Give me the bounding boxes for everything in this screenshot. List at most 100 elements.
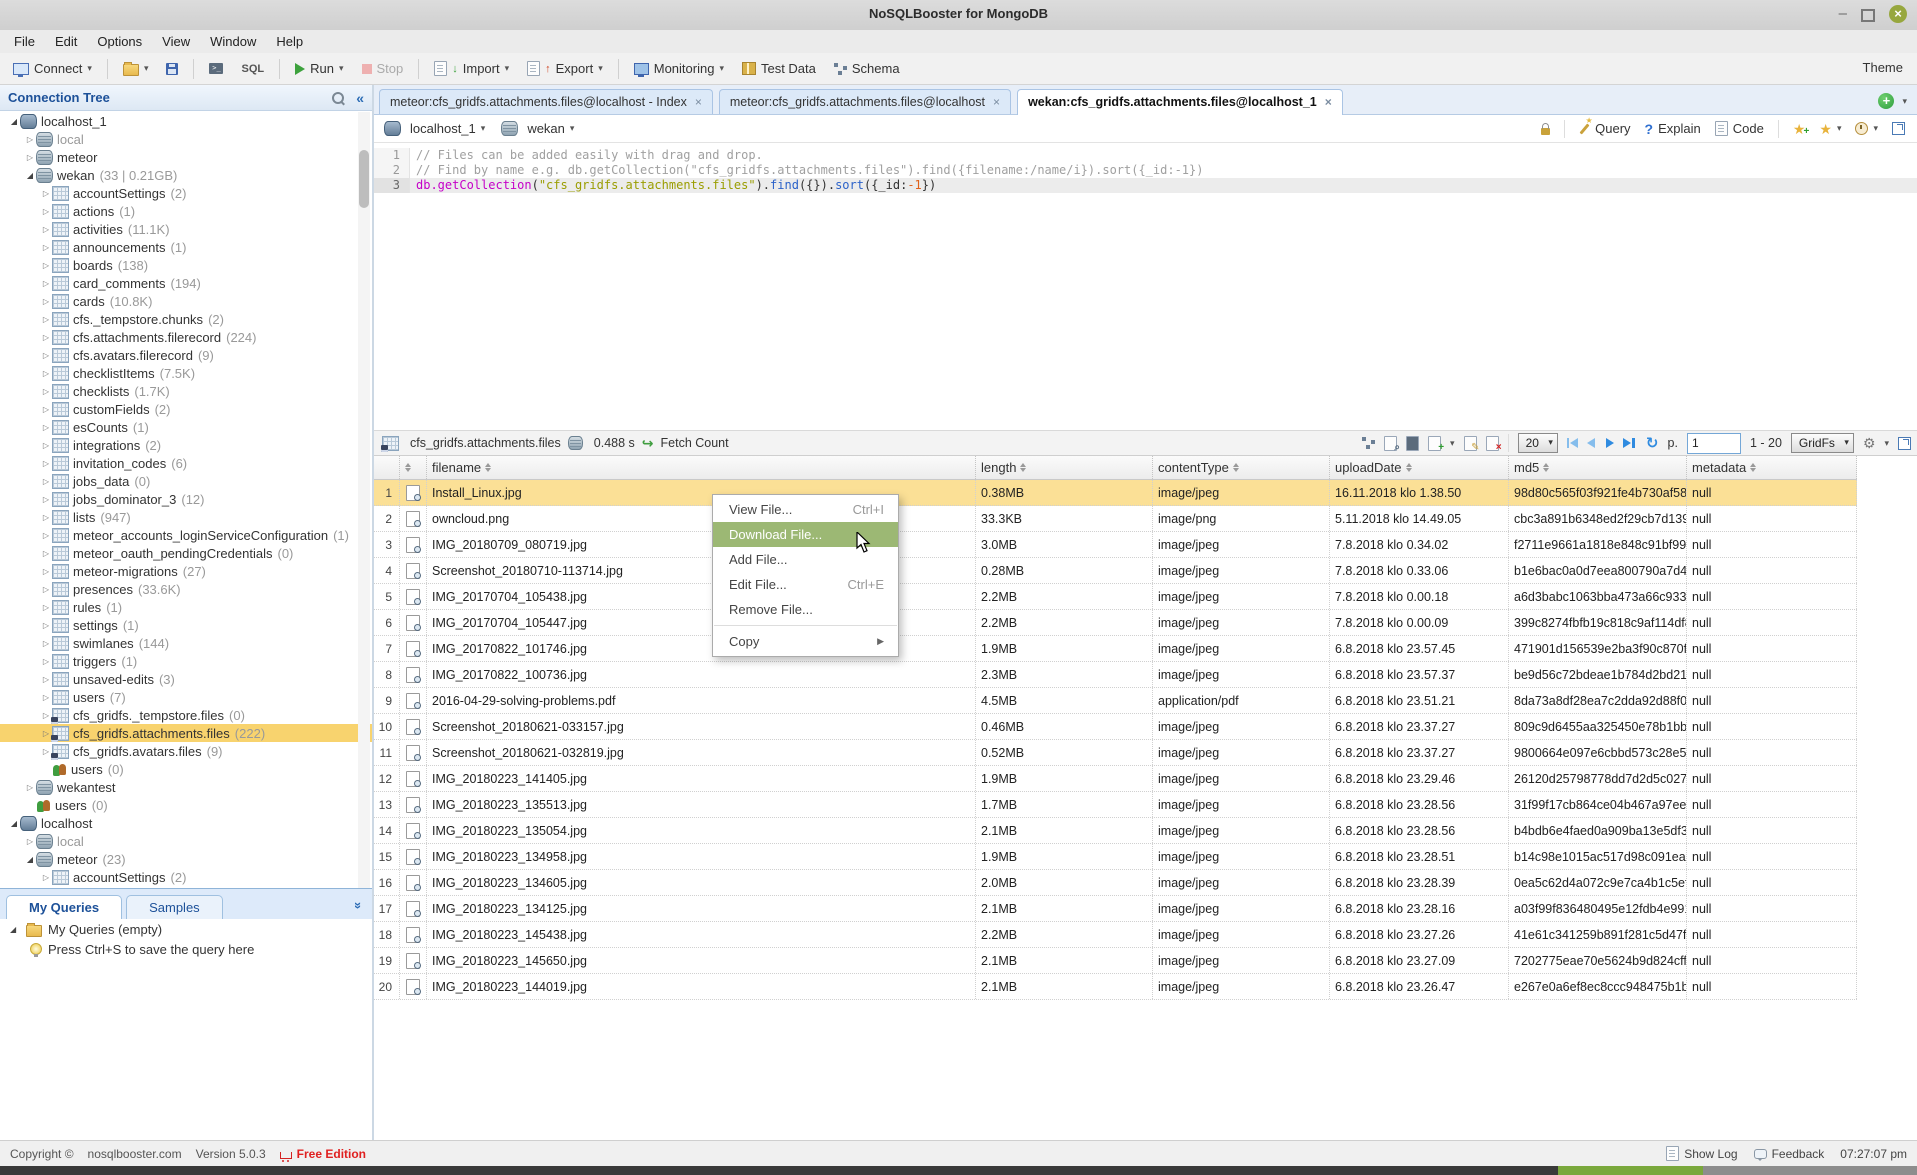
tree-item-presences[interactable]: ▷presences(33.6K)	[0, 580, 372, 598]
chevron-down-icon[interactable]: ▾	[339, 63, 344, 74]
expander-icon[interactable]: ▷	[40, 477, 52, 486]
monitoring-button[interactable]: Monitoring ▾	[627, 58, 731, 79]
menu-view[interactable]: View	[152, 32, 200, 51]
tree-item-cfs.attachments.filerecord[interactable]: ▷cfs.attachments.filerecord(224)	[0, 328, 372, 346]
preview-file-icon[interactable]	[406, 719, 420, 735]
prev-page-button[interactable]	[1587, 438, 1595, 448]
tree-item-meteor[interactable]: ◢meteor(23)	[0, 850, 372, 868]
expander-icon[interactable]: ◢	[24, 171, 36, 180]
tree-item-checklistItems[interactable]: ▷checklistItems(7.5K)	[0, 364, 372, 382]
chevron-down-icon[interactable]: ▾	[1873, 123, 1878, 134]
expander-icon[interactable]: ▷	[40, 459, 52, 468]
tree-item-cfs_gridfs.avatars.files[interactable]: ▷cfs_gridfs.avatars.files(9)	[0, 742, 372, 760]
editor-line-3[interactable]: 3db.getCollection("cfs_gridfs.attachment…	[374, 178, 1917, 193]
preview-file-icon[interactable]	[406, 641, 420, 657]
test-data-button[interactable]: Test Data	[735, 58, 823, 79]
collapse-panel-icon[interactable]: »	[351, 902, 366, 909]
schema-button[interactable]: Schema	[827, 58, 907, 79]
chevron-down-icon[interactable]: ▾	[1837, 123, 1842, 134]
table-row-6[interactable]: 6IMG_20170704_105447.jpg2.2MBimage/jpeg7…	[374, 610, 1857, 636]
tree-item-local[interactable]: ▷local	[0, 130, 372, 148]
preview-file-icon[interactable]	[406, 485, 420, 501]
console-view-icon[interactable]	[1406, 436, 1419, 451]
expander-icon[interactable]: ▷	[40, 549, 52, 558]
expand-icon[interactable]	[1892, 122, 1905, 135]
expander-icon[interactable]: ▷	[40, 207, 52, 216]
menu-item-remove-file[interactable]: Remove File...	[713, 597, 898, 622]
tree-item-customFields[interactable]: ▷customFields(2)	[0, 400, 372, 418]
sort-icon[interactable]	[485, 463, 491, 472]
tree-item-cfs.avatars.filerecord[interactable]: ▷cfs.avatars.filerecord(9)	[0, 346, 372, 364]
show-log-button[interactable]: Show Log	[1666, 1146, 1737, 1161]
menu-help[interactable]: Help	[266, 32, 313, 51]
table-row-7[interactable]: 7IMG_20170822_101746.jpg1.9MBimage/jpeg6…	[374, 636, 1857, 662]
chevron-down-icon[interactable]: ▾	[505, 63, 510, 74]
expander-icon[interactable]: ◢	[24, 855, 36, 864]
expander-icon[interactable]: ▷	[24, 783, 36, 792]
explain-button[interactable]: ? Explain	[1645, 121, 1701, 137]
expander-icon[interactable]: ▷	[40, 351, 52, 360]
expander-icon[interactable]: ▷	[40, 405, 52, 414]
tree-item-swimlanes[interactable]: ▷swimlanes(144)	[0, 634, 372, 652]
new-tab-icon[interactable]: +	[1878, 93, 1894, 109]
favorites-button[interactable]: ★ ▾	[1819, 123, 1841, 135]
preview-file-icon[interactable]	[406, 745, 420, 761]
table-row-20[interactable]: 20IMG_20180223_144019.jpg2.1MBimage/jpeg…	[374, 974, 1857, 1000]
preview-file-icon[interactable]	[406, 667, 420, 683]
free-edition-badge[interactable]: Free Edition	[280, 1147, 366, 1161]
editor-tab-2[interactable]: meteor:cfs_gridfs.attachments.files@loca…	[719, 89, 1011, 114]
sort-icon[interactable]	[1406, 463, 1412, 472]
view-mode-select[interactable]: GridFs	[1791, 433, 1854, 453]
preview-file-icon[interactable]	[406, 875, 420, 891]
view-document-icon[interactable]: ⌕	[1384, 436, 1397, 451]
expander-icon[interactable]: ▷	[40, 495, 52, 504]
table-row-2[interactable]: 2owncloud.png33.3KBimage/png5.11.2018 kl…	[374, 506, 1857, 532]
add-favorite-icon[interactable]: ★	[1793, 123, 1806, 135]
tree-item-users[interactable]: users(0)	[0, 760, 372, 778]
menu-item-edit-file[interactable]: Edit File...Ctrl+E	[713, 572, 898, 597]
my-queries-folder[interactable]: ◢ My Queries (empty)	[0, 919, 372, 939]
breadcrumb-connection[interactable]: localhost_1 ▾	[384, 121, 485, 136]
tree-item-invitation_codes[interactable]: ▷invitation_codes(6)	[0, 454, 372, 472]
table-row-8[interactable]: 8IMG_20170822_100736.jpg2.3MBimage/jpeg6…	[374, 662, 1857, 688]
query-builder-button[interactable]: Query	[1579, 121, 1630, 136]
table-row-18[interactable]: 18IMG_20180223_145438.jpg2.2MBimage/jpeg…	[374, 922, 1857, 948]
tree-item-local[interactable]: ▷local	[0, 832, 372, 850]
preview-file-icon[interactable]	[406, 901, 420, 917]
preview-file-icon[interactable]	[406, 823, 420, 839]
editor-tab-1[interactable]: meteor:cfs_gridfs.attachments.files@loca…	[379, 89, 713, 114]
expander-icon[interactable]: ▷	[40, 873, 52, 882]
chevron-down-icon[interactable]: ▾	[1450, 438, 1455, 449]
chevron-down-icon[interactable]: ▾	[481, 123, 486, 134]
expander-icon[interactable]: ▷	[40, 531, 52, 540]
tree-item-integrations[interactable]: ▷integrations(2)	[0, 436, 372, 454]
tree-item-meteor[interactable]: ▷meteor	[0, 148, 372, 166]
expander-icon[interactable]: ▷	[40, 369, 52, 378]
table-row-1[interactable]: 1Install_Linux.jpg0.38MBimage/jpeg16.11.…	[374, 480, 1857, 506]
import-button[interactable]: ↓ Import ▾	[427, 58, 516, 79]
tree-item-announcements[interactable]: ▷announcements(1)	[0, 238, 372, 256]
expander-icon[interactable]: ▷	[40, 585, 52, 594]
table-row-17[interactable]: 17IMG_20180223_134125.jpg2.1MBimage/jpeg…	[374, 896, 1857, 922]
query-editor[interactable]: 1// Files can be added easily with drag …	[374, 143, 1917, 430]
scrollbar-thumb[interactable]	[359, 150, 369, 208]
expander-icon[interactable]: ▷	[40, 225, 52, 234]
tree-item-meteor-migrations[interactable]: ▷meteor-migrations(27)	[0, 562, 372, 580]
close-tab-icon[interactable]: ×	[1325, 95, 1332, 109]
tree-item-users[interactable]: users(0)	[0, 796, 372, 814]
fetch-count-icon[interactable]: ↪	[642, 435, 654, 452]
table-row-3[interactable]: 3IMG_20180709_080719.jpg3.0MBimage/jpeg7…	[374, 532, 1857, 558]
close-tab-icon[interactable]: ×	[993, 95, 1000, 109]
tree-item-esCounts[interactable]: ▷esCounts(1)	[0, 418, 372, 436]
breadcrumb-database[interactable]: wekan ▾	[501, 121, 574, 136]
expander-icon[interactable]: ▷	[40, 657, 52, 666]
table-row-12[interactable]: 12IMG_20180223_141405.jpg1.9MBimage/jpeg…	[374, 766, 1857, 792]
chevron-down-icon[interactable]: ▾	[1884, 438, 1889, 449]
chevron-down-icon[interactable]: ▾	[719, 63, 724, 74]
next-page-button[interactable]	[1606, 438, 1614, 448]
expander-icon[interactable]: ▷	[40, 279, 52, 288]
preview-file-icon[interactable]	[406, 589, 420, 605]
preview-file-icon[interactable]	[406, 771, 420, 787]
expander-icon[interactable]: ▷	[40, 441, 52, 450]
first-page-button[interactable]	[1567, 438, 1579, 448]
